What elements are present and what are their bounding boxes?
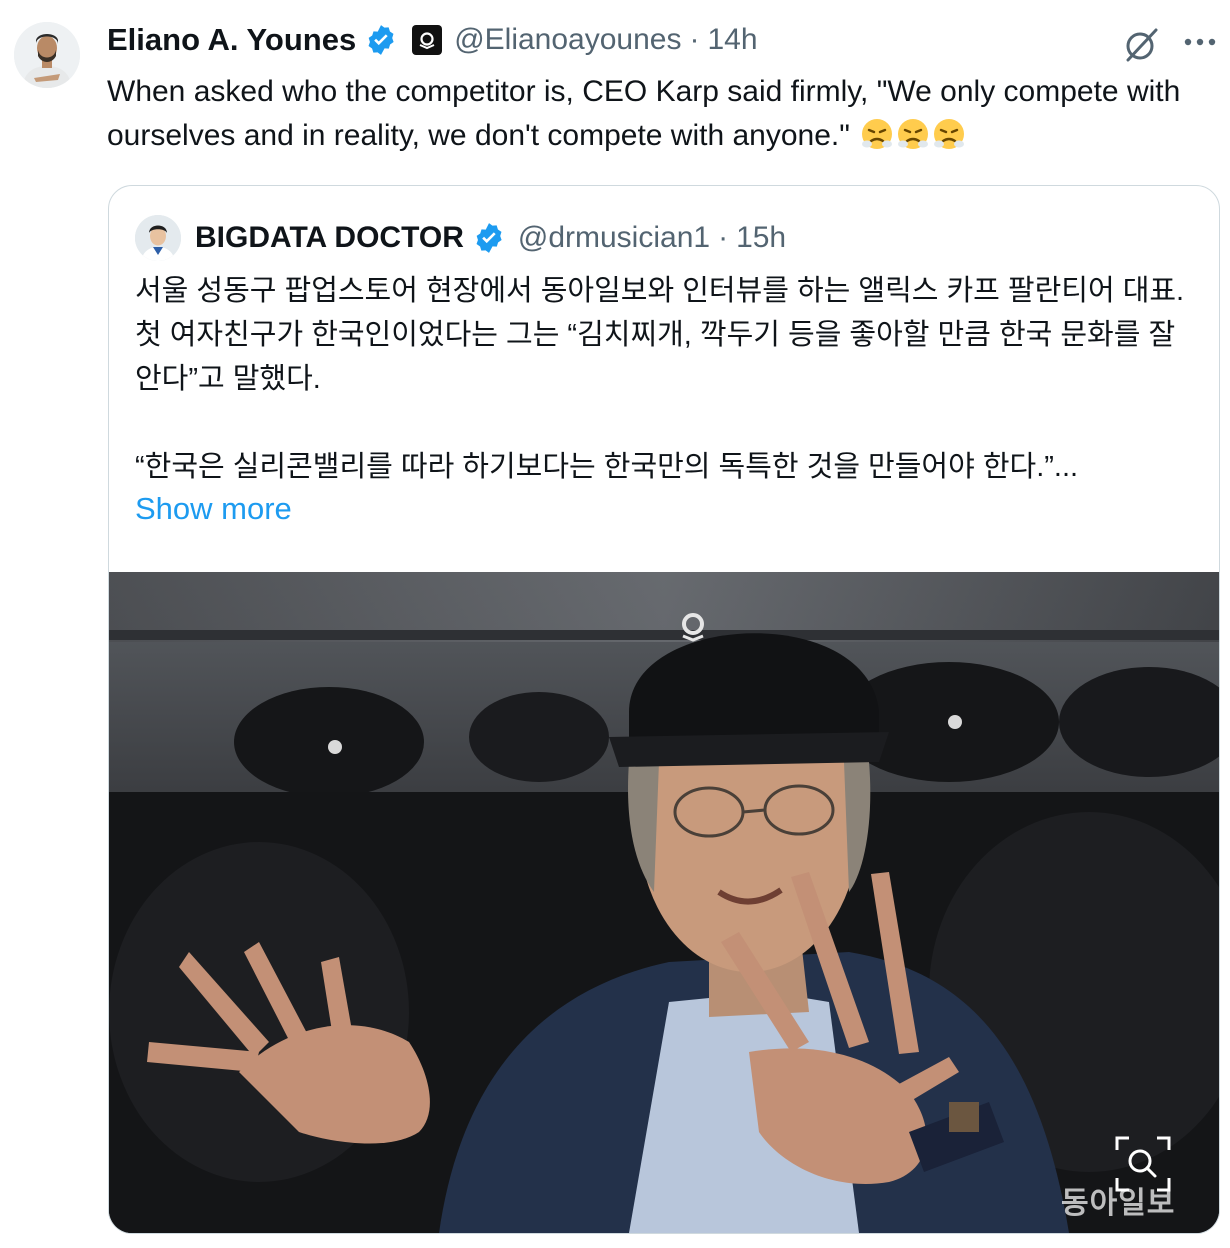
quoted-tweet-time[interactable]: 15h	[736, 221, 786, 255]
quoted-author-name[interactable]: BIGDATA DOCTOR	[195, 221, 464, 255]
tweet-body: When asked who the competitor is, CEO Ka…	[107, 75, 1181, 152]
photo-watermark: 동아일보	[1061, 1187, 1176, 1220]
quoted-paragraph-1: 서울 성동구 팝업스토어 현장에서 동아일보와 인터뷰를 하는 앨릭스 카프 팔…	[135, 275, 1185, 395]
affiliate-badge-icon[interactable]	[412, 25, 443, 55]
separator-dot: ·	[718, 221, 729, 254]
author-handle[interactable]: @Elianoayounes	[454, 23, 681, 57]
steam-from-nose-emoji	[932, 117, 966, 151]
verified-badge-icon	[472, 221, 506, 255]
tweet-time[interactable]: 14h	[707, 23, 757, 57]
quoted-paragraph-2: “한국은 실리콘밸리를 따라 하기보다는 한국만의 독특한 것을 만들어야 한다…	[135, 451, 1079, 483]
quoted-author-avatar[interactable]	[135, 215, 181, 261]
steam-from-nose-emoji	[896, 117, 930, 151]
more-icon[interactable]	[1178, 22, 1222, 62]
quoted-tweet-card[interactable]: BIGDATA DOCTOR @drmusician1 · 15h 서울 성동구…	[108, 185, 1220, 1234]
quoted-author-handle[interactable]: @drmusician1	[518, 221, 710, 255]
steam-from-nose-emoji	[860, 117, 894, 151]
verified-badge-icon	[364, 23, 398, 57]
quoted-tweet-text: 서울 성동구 팝업스토어 현장에서 동아일보와 인터뷰를 하는 앨릭스 카프 팔…	[135, 269, 1195, 489]
tweet-header: Eliano A. Younes @Elianoayounes · 14h	[107, 18, 758, 62]
tweet-text: When asked who the competitor is, CEO Ka…	[107, 70, 1225, 158]
grok-icon[interactable]	[1122, 24, 1162, 64]
show-more-link[interactable]: Show more	[135, 491, 292, 527]
quoted-tweet-header: BIGDATA DOCTOR @drmusician1 · 15h	[135, 215, 786, 261]
author-avatar[interactable]	[14, 22, 80, 88]
separator-dot: ·	[689, 23, 700, 56]
quoted-tweet-photo[interactable]: 동아일보	[109, 572, 1219, 1233]
author-name[interactable]: Eliano A. Younes	[107, 22, 356, 58]
